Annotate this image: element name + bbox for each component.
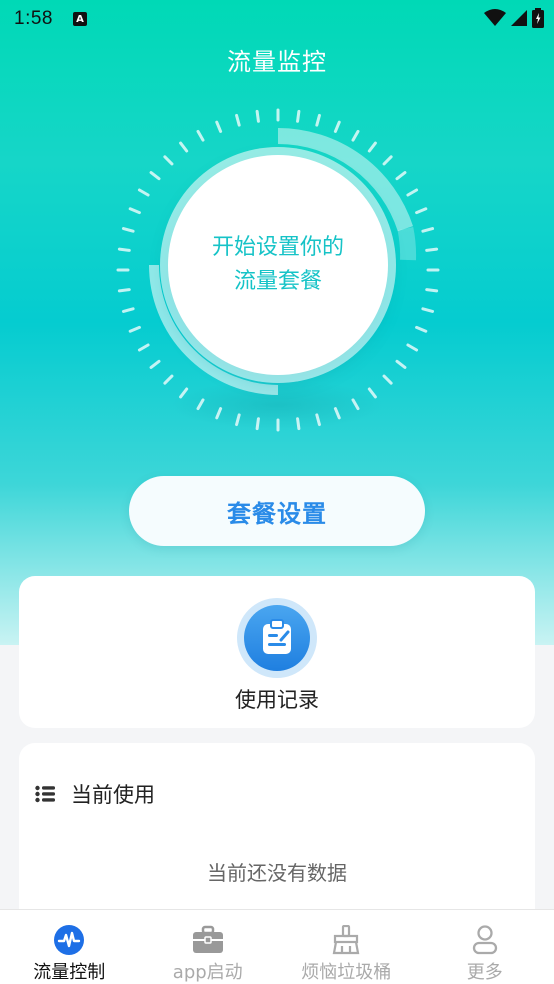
tab-traffic-control[interactable]: 流量控制 <box>0 910 139 984</box>
list-icon <box>35 785 55 803</box>
wifi-icon <box>484 9 506 26</box>
dial-tick <box>163 374 174 385</box>
bottom-tab-bar: 流量控制 app启动 烦恼垃圾桶 更多 <box>0 909 554 984</box>
page-title: 流量监控 <box>227 48 327 76</box>
dial-tick <box>367 141 377 153</box>
dial-tick <box>296 417 301 431</box>
notification-app-icon: A <box>72 12 87 26</box>
plan-settings-button[interactable]: 套餐设置 <box>129 476 425 546</box>
broom-icon <box>330 924 362 956</box>
dial-tick <box>315 113 321 127</box>
tab-app-launch[interactable]: app启动 <box>139 910 278 984</box>
tab-label: 烦恼垃圾桶 <box>301 962 392 983</box>
dial-tick <box>121 307 135 313</box>
dial-tick <box>215 407 223 420</box>
dial-progress-arc-right-lower <box>397 227 417 261</box>
tab-label: 更多 <box>466 962 503 983</box>
dial-tick <box>128 325 141 333</box>
dial-text-line2: 流量套餐 <box>233 269 322 294</box>
dial-tick <box>395 359 407 369</box>
dial-tick <box>367 387 377 399</box>
dial-center[interactable]: 开始设置你的 流量套餐 <box>168 155 388 375</box>
dial-tick <box>415 325 428 333</box>
status-time: 1:58 <box>14 8 53 29</box>
status-icons <box>484 8 544 28</box>
tab-worry-trash[interactable]: 烦恼垃圾桶 <box>277 910 416 984</box>
dial-tick <box>117 288 131 293</box>
clipboard-icon <box>237 598 317 678</box>
dial-tick <box>425 247 439 252</box>
briefcase-icon <box>192 924 224 956</box>
tab-label: app启动 <box>172 962 243 983</box>
dial-tick <box>406 343 419 352</box>
dial-tick <box>382 155 393 166</box>
dial-tick <box>215 120 223 133</box>
dial-tick <box>406 188 419 197</box>
dial-tick <box>137 188 150 197</box>
dial-tick <box>235 113 241 127</box>
tab-label: 流量控制 <box>33 962 106 983</box>
dial-tick <box>196 129 205 142</box>
dial-text-line1: 开始设置你的 <box>211 235 344 260</box>
dial-tick <box>333 407 341 420</box>
dial-tick <box>235 413 241 427</box>
dial-tick <box>128 207 141 215</box>
empty-state-text: 当前还没有数据 <box>207 861 347 885</box>
dial-tick <box>163 155 174 166</box>
dial-tick <box>382 374 393 385</box>
current-usage-title: 当前使用 <box>71 783 155 807</box>
usage-record-label: 使用记录 <box>235 688 319 712</box>
current-usage-header: 当前使用 <box>35 779 155 809</box>
dial-tick <box>351 129 360 142</box>
dial-tick <box>395 171 407 181</box>
dial-tick <box>255 417 260 431</box>
dial-tick <box>421 227 435 233</box>
dial-tick <box>421 307 435 313</box>
dial-tick <box>415 207 428 215</box>
dial-tick <box>196 398 205 411</box>
signal-icon <box>511 10 527 26</box>
dial-tick <box>351 398 360 411</box>
dial-tick <box>121 227 135 233</box>
status-bar: 1:58 A <box>0 0 554 38</box>
tab-more[interactable]: 更多 <box>416 910 554 984</box>
dial-tick <box>315 413 321 427</box>
dial-tick <box>255 109 260 123</box>
dial-tick <box>333 120 341 133</box>
dial-tick <box>137 343 150 352</box>
dial-tick <box>179 387 189 399</box>
dial-tick <box>149 359 161 369</box>
dial-tick <box>425 288 439 293</box>
dial-tick <box>296 109 301 123</box>
pulse-icon <box>53 924 85 956</box>
battery-icon <box>532 8 544 28</box>
dial-tick <box>149 171 161 181</box>
dial-tick <box>117 247 131 252</box>
person-icon <box>469 924 501 956</box>
dial-tick <box>179 141 189 153</box>
usage-record-card[interactable]: 使用记录 <box>19 576 535 728</box>
